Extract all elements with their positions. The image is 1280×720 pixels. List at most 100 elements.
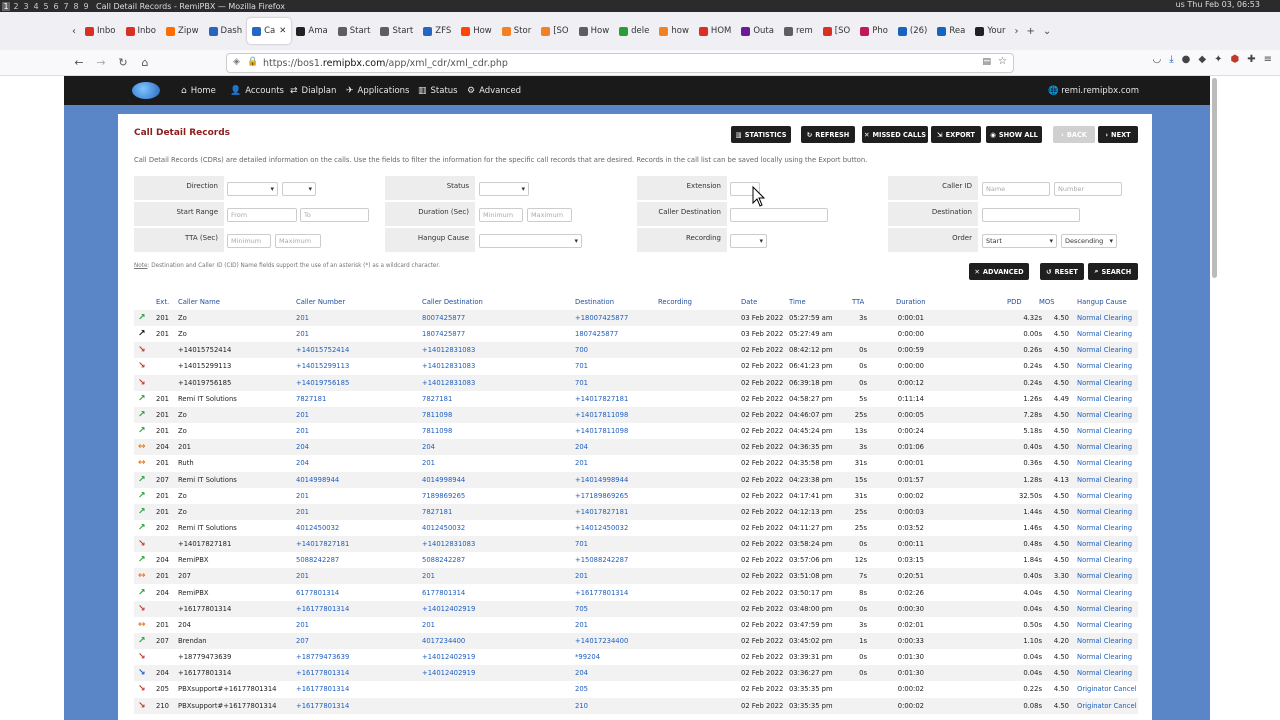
cell-cdest[interactable]: 7827181	[422, 395, 452, 403]
table-row[interactable]: ↗ 202 Remi IT Solutions 4012450032 401245003…	[134, 520, 1138, 536]
browser-tab[interactable]: (26)	[893, 18, 932, 44]
menu-item-dialplan[interactable]: ⇄ Dialplan	[290, 86, 336, 96]
menu-item-status[interactable]: ▥ Status	[418, 86, 458, 96]
table-row[interactable]: ↔ 201 204 201 201 201 02 Feb 2022 03:47:59 pm 3s…	[134, 617, 1138, 633]
cell-cause[interactable]: Normal Clearing	[1077, 330, 1132, 338]
cell-num[interactable]: 4014998944	[296, 476, 339, 484]
tab-scroll-left-icon[interactable]: ‹	[68, 26, 80, 37]
tab-list-icon[interactable]: ⌄	[1039, 26, 1055, 37]
cell-cause[interactable]: Normal Clearing	[1077, 395, 1132, 403]
cell-cause[interactable]: Normal Clearing	[1077, 346, 1132, 354]
cell-num[interactable]: +16177801314	[296, 669, 349, 677]
cell-num[interactable]: 201	[296, 314, 309, 322]
cell-dest[interactable]: 700	[575, 346, 588, 354]
cell-cause[interactable]: Originator Cancel	[1077, 702, 1137, 710]
reload-icon[interactable]: ↻	[112, 56, 134, 69]
cell-cause[interactable]: Normal Clearing	[1077, 524, 1132, 532]
refresh-button[interactable]: ↻ Refresh	[801, 126, 855, 143]
cell-cdest[interactable]: 4014998944	[422, 476, 465, 484]
column-header[interactable]: Date	[741, 298, 757, 306]
next-button[interactable]: › Next	[1098, 126, 1138, 143]
cell-cause[interactable]: Normal Clearing	[1077, 508, 1132, 516]
new-tab-icon[interactable]: +	[1023, 26, 1039, 37]
table-row[interactable]: ↗ 201 Zo 201 8007425877 +18007425877 03 Feb 20…	[134, 310, 1138, 326]
menu-item-applications[interactable]: ✈ Applications	[346, 86, 409, 96]
cell-num[interactable]: 201	[296, 621, 309, 629]
cell-num[interactable]: 201	[296, 427, 309, 435]
cell-dest[interactable]: +15088242287	[575, 556, 628, 564]
cell-dest[interactable]: 205	[575, 685, 588, 693]
cell-dest[interactable]: 701	[575, 379, 588, 387]
show-all-button[interactable]: ◉ Show All	[986, 126, 1042, 143]
caller-destination-input[interactable]	[730, 208, 828, 222]
browser-tab[interactable]: how	[654, 18, 694, 44]
duration-min-input[interactable]: Minimum	[479, 208, 523, 222]
cell-cdest[interactable]: +14012402919	[422, 669, 475, 677]
browser-tab[interactable]: dele	[614, 18, 654, 44]
workspace-2[interactable]: 2	[12, 2, 20, 11]
cell-dest[interactable]: +14017827181	[575, 508, 628, 516]
workspace-9[interactable]: 9	[82, 2, 90, 11]
column-header[interactable]: Destination	[575, 298, 614, 306]
column-header[interactable]: Ext.	[156, 298, 169, 306]
cell-num[interactable]: 6177801314	[296, 589, 339, 597]
cell-dest[interactable]: 201	[575, 572, 588, 580]
cell-cdest[interactable]: 7811098	[422, 411, 452, 419]
cell-num[interactable]: 4012450032	[296, 524, 339, 532]
cell-dest[interactable]: +14014998944	[575, 476, 628, 484]
workspace-5[interactable]: 5	[42, 2, 50, 11]
cell-cause[interactable]: Normal Clearing	[1077, 362, 1132, 370]
cell-cdest[interactable]: 201	[422, 621, 435, 629]
cell-cdest[interactable]: 7827181	[422, 508, 452, 516]
home-nav-icon[interactable]: ⌂	[134, 56, 156, 69]
cell-num[interactable]: 201	[296, 572, 309, 580]
cell-num[interactable]: 201	[296, 411, 309, 419]
extension3-icon[interactable]: ✦	[1214, 54, 1222, 65]
cell-num[interactable]: +14015299113	[296, 362, 349, 370]
column-header[interactable]: PDD	[1007, 298, 1022, 306]
column-header[interactable]: TTA	[852, 298, 864, 306]
bookmark-star-icon[interactable]: ☆	[998, 56, 1007, 67]
table-row[interactable]: ↘ +16177801314 +16177801314 +14012402919 705…	[134, 600, 1138, 617]
cell-cause[interactable]: Normal Clearing	[1077, 314, 1132, 322]
table-row[interactable]: ↗ 207 Remi IT Solutions 4014998944 401499894…	[134, 471, 1138, 488]
cell-num[interactable]: +16177801314	[296, 702, 349, 710]
table-row[interactable]: ↔ 201 Ruth 204 201 201 02 Feb 2022 04:35:58 pm 3…	[134, 455, 1138, 471]
menu-item-advanced[interactable]: ⚙ Advanced	[467, 86, 521, 96]
cell-cause[interactable]: Normal Clearing	[1077, 379, 1132, 387]
table-row[interactable]: ↘ +18779473639 +18779473639 +14012402919 *99…	[134, 649, 1138, 665]
cell-cdest[interactable]: 204	[422, 443, 435, 451]
workspace-4[interactable]: 4	[32, 2, 40, 11]
browser-tab[interactable]: [SO	[536, 18, 573, 44]
recording-select[interactable]	[730, 234, 767, 248]
direction-select[interactable]	[227, 182, 278, 196]
start-range-to-input[interactable]: To	[300, 208, 369, 222]
table-row[interactable]: ↗ 201 Remi IT Solutions 7827181 7827181 +1401…	[134, 391, 1138, 407]
pocket-icon[interactable]: ◡	[1153, 54, 1162, 65]
column-header[interactable]: Caller Number	[296, 298, 345, 306]
cell-num[interactable]: 201	[296, 508, 309, 516]
cell-cdest[interactable]: 7811098	[422, 427, 452, 435]
table-row[interactable]: ↘ +14015299113 +14015299113 +14012831083 701…	[134, 358, 1138, 374]
cell-cause[interactable]: Normal Clearing	[1077, 427, 1132, 435]
menu-item-accounts[interactable]: 👤 Accounts	[230, 86, 284, 96]
cell-cdest[interactable]: 6177801314	[422, 589, 465, 597]
menu-icon[interactable]: ≡	[1264, 54, 1272, 65]
cell-cdest[interactable]: +14012402919	[422, 605, 475, 613]
cell-cdest[interactable]: 8007425877	[422, 314, 465, 322]
destination-input[interactable]	[982, 208, 1080, 222]
app-logo[interactable]	[132, 82, 160, 99]
cell-cdest[interactable]: 4012450032	[422, 524, 465, 532]
column-header[interactable]: Recording	[658, 298, 692, 306]
cell-cause[interactable]: Normal Clearing	[1077, 443, 1132, 451]
table-row[interactable]: ↗ 201 Zo 201 7827181 +14017827181 02 Feb 2022 0…	[134, 503, 1138, 520]
cell-dest[interactable]: 201	[575, 459, 588, 467]
order-direction-select[interactable]: Descending	[1061, 234, 1117, 248]
cell-num[interactable]: 207	[296, 637, 309, 645]
cell-dest[interactable]: +14017827181	[575, 395, 628, 403]
status-select[interactable]	[479, 182, 529, 196]
puzzle-icon[interactable]: ✚	[1247, 54, 1255, 65]
cell-cdest[interactable]: +14012831083	[422, 346, 475, 354]
table-row[interactable]: ↗ 201 Zo 201 1807425877 1807425877 03 Feb 2022…	[134, 326, 1138, 342]
cell-dest[interactable]: +16177801314	[575, 589, 628, 597]
